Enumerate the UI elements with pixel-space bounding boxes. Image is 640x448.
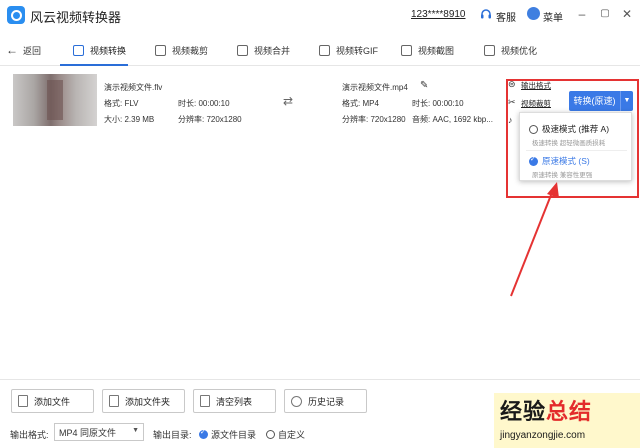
tab-label: 视频合并 [254,45,291,56]
source-resolution: 分辨率: 720x1280 [178,115,242,124]
dir-option-source[interactable]: 源文件目录 [199,428,256,441]
source-duration: 时长: 00:00:10 [178,99,230,108]
app-logo-icon [7,6,25,24]
bottom-divider [0,379,640,380]
menu-icon[interactable] [527,7,540,20]
source-format: 格式: FLV [104,99,139,108]
target-format: 格式: MP4 [342,99,379,108]
watermark: 经验总结 jingyanzongjie.com [494,393,640,448]
trash-icon [200,395,210,407]
tab-label: 视频转换 [90,45,127,56]
output-dir-label: 输出目录: [153,430,192,440]
radio-unchecked-icon [266,430,275,439]
tab-label: 视频转GIF [336,45,378,56]
active-tab-indicator [60,64,128,66]
file-icon [18,395,28,407]
video-thumbnail [13,74,97,126]
source-size: 大小: 2.39 MB [104,115,155,124]
button-label: 添加文件 [34,396,71,407]
source-file-name: 演示视频文件.flv [104,83,163,92]
maximize-icon[interactable]: ▢ [598,7,612,21]
play-icon [73,44,84,56]
image-icon [401,44,412,56]
watermark-title-red: 总结 [546,399,593,424]
tab-video-crop[interactable]: 视频裁剪 [155,40,208,60]
button-label: 添加文件夹 [125,396,171,407]
tab-label: 视频截图 [418,45,455,56]
output-format-value: MP4 同原文件 [59,427,117,438]
target-duration: 时长: 00:00:10 [412,99,464,108]
sliders-icon [484,44,495,56]
watermark-title: 经验总结 [500,394,592,426]
chevron-down-icon: ▼ [132,427,139,434]
minimize-icon[interactable]: – [575,7,589,21]
tab-video-optimize[interactable]: 视频优化 [484,40,537,60]
dir-option-label: 自定义 [278,430,306,440]
close-icon[interactable]: ✕ [620,7,634,21]
dir-option-label: 源文件目录 [211,430,257,440]
folder-icon [109,395,119,407]
watermark-title-black: 经验 [500,399,547,424]
tab-label: 视频优化 [501,45,538,56]
radio-checked-icon [199,428,208,439]
add-file-button[interactable]: 添加文件 [11,389,94,413]
target-resolution: 分辨率: 720x1280 [342,115,406,124]
button-label: 清空列表 [216,396,253,407]
gif-icon [319,44,330,56]
merge-icon [237,44,248,56]
target-file-name: 演示视频文件.mp4 [342,83,408,92]
shuffle-icon: ⇄ [283,94,294,108]
back-button[interactable]: ← 返回 [6,43,41,57]
account-link[interactable]: 123****8910 [411,9,466,20]
tab-video-gif[interactable]: 视频转GIF [319,40,378,60]
output-format-label: 输出格式: [10,430,49,440]
back-arrow-icon: ← [6,43,18,57]
toolbar: ← 返回 视频转换 视频裁剪 视频合并 视频转GIF 视频截图 视频优化 [0,34,640,66]
button-label: 历史记录 [308,396,345,407]
menu-label[interactable]: 菜单 [543,9,563,24]
watermark-url: jingyanzongjie.com [500,430,586,441]
crop-icon [155,44,166,56]
tab-video-convert[interactable]: 视频转换 [73,40,126,60]
output-format-select[interactable]: MP4 同原文件 ▼ [54,423,144,441]
title-bar: 风云视频转换器 123****8910 客服 菜单 – ▢ ✕ [0,0,640,30]
tab-label: 视频裁剪 [172,45,209,56]
headset-icon[interactable] [480,8,492,20]
annotation-arrow [510,182,559,297]
back-label: 返回 [23,45,42,56]
clock-icon [291,395,302,407]
history-button[interactable]: 历史记录 [284,389,367,413]
dir-option-custom[interactable]: 自定义 [266,428,305,441]
tab-video-screenshot[interactable]: 视频截图 [401,40,454,60]
service-label[interactable]: 客服 [496,9,516,24]
add-folder-button[interactable]: 添加文件夹 [102,389,185,413]
tab-video-merge[interactable]: 视频合并 [237,40,290,60]
clear-list-button[interactable]: 清空列表 [193,389,276,413]
pencil-icon[interactable]: ✎ [420,80,428,91]
app-title: 风云视频转换器 [30,10,122,25]
target-audio: 音频: AAC, 1692 kbp... [412,115,493,124]
